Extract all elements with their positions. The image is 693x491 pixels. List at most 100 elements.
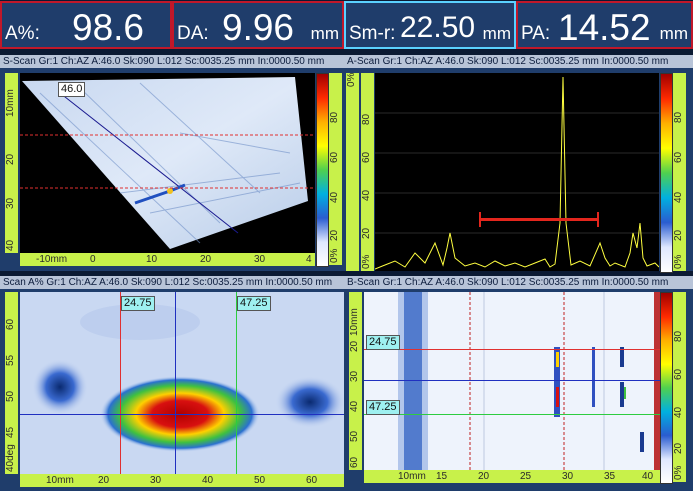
- color-ruler: 80 60 40 20 0%: [673, 292, 686, 482]
- horizontal-ruler[interactable]: 10mm 15 20 25 30 35 40: [364, 470, 660, 483]
- ruler-tick: 30: [562, 471, 574, 482]
- readout-value: 14.52: [558, 7, 651, 48]
- cursor-label-2: 47.25: [366, 400, 400, 415]
- angle-label: 46.0: [58, 82, 86, 97]
- readout-label: DA:: [177, 23, 209, 44]
- sscan-plot[interactable]: 46.0: [20, 73, 315, 253]
- readout-label: A%:: [5, 23, 40, 44]
- ruler-tick: 80: [673, 111, 684, 123]
- ruler-tick: 20: [349, 340, 360, 352]
- readout-value: 22.50: [400, 11, 476, 44]
- color-palette-bar: [660, 73, 673, 273]
- ruler-tick: 30: [150, 475, 162, 486]
- panel-title: A-Scan Gr:1 Ch:AZ A:46.0 Sk:090 L:012 Sc…: [344, 55, 693, 68]
- bscan-panel[interactable]: B-Scan Gr:1 Ch:AZ A:46.0 Sk:090 L:012 Sc…: [344, 276, 693, 491]
- ruler-tick: 0%: [673, 254, 684, 269]
- panel-title: S-Scan Gr:1 Ch:AZ A:46.0 Sk:090 L:012 Sc…: [0, 55, 344, 68]
- panel-title: B-Scan Gr:1 Ch:AZ A:46.0 Sk:090 L:012 Sc…: [344, 276, 693, 289]
- vertical-ruler[interactable]: 10mm 20 30 40: [5, 73, 18, 253]
- ruler-tick: 0%: [361, 254, 372, 269]
- ruler-tick: 0: [90, 254, 96, 265]
- sscan-image: [20, 77, 315, 249]
- horizontal-ruler[interactable]: 10mm 20 30 40 50 60: [20, 474, 344, 487]
- ruler-tick: 40deg: [5, 444, 16, 472]
- ruler-tick: 10: [146, 254, 158, 265]
- ruler-tick: 60: [329, 151, 340, 163]
- cscan-panel[interactable]: Scan A% Gr:1 Ch:AZ A:46.0 Sk:090 L:012 S…: [0, 276, 344, 491]
- panel-title: Scan A% Gr:1 Ch:AZ A:46.0 Sk:090 L:012 S…: [0, 276, 344, 289]
- ruler-tick: 10mm: [398, 471, 426, 482]
- ruler-tick: 60: [361, 151, 372, 163]
- color-ruler: 80 60 40 20 0%: [673, 73, 686, 271]
- ruler-tick: 10mm: [46, 475, 74, 486]
- ruler-tick: 15: [436, 471, 448, 482]
- measurement-gate[interactable]: [479, 218, 599, 221]
- ruler-tick: 40: [329, 191, 340, 203]
- ruler-tick: 80: [673, 330, 684, 342]
- ruler-tick: 4: [306, 254, 312, 265]
- probe-distance-readout[interactable]: PA: 14.52 mm: [516, 1, 693, 49]
- ruler-tick: 80: [329, 111, 340, 123]
- ruler-tick: 20: [361, 227, 372, 239]
- ruler-tick: 10mm: [5, 89, 16, 117]
- ruler-tick: 40: [361, 189, 372, 201]
- sscan-panel[interactable]: S-Scan Gr:1 Ch:AZ A:46.0 Sk:090 L:012 Sc…: [0, 55, 344, 271]
- color-palette-bar: [660, 292, 673, 484]
- ruler-tick: 60: [306, 475, 318, 486]
- ruler-tick: 25: [520, 471, 532, 482]
- ruler-tick: 0%: [329, 248, 340, 263]
- ruler-tick: 40: [673, 406, 684, 418]
- amplitude-readout[interactable]: A%: 98.6: [0, 1, 172, 49]
- vertical-ruler[interactable]: 10mm 20 30 40 50 60: [349, 292, 362, 470]
- cursor-label-1: 24.75: [366, 335, 400, 350]
- bscan-image: [398, 292, 660, 470]
- ruler-tick: 10mm: [349, 308, 360, 336]
- scan-line[interactable]: [20, 414, 344, 415]
- soundpath-readout[interactable]: Sm-r: 22.50 mm: [344, 1, 516, 49]
- vertical-ruler[interactable]: 60 55 50 45 40deg: [5, 292, 18, 474]
- ruler-tick: 30: [254, 254, 266, 265]
- ruler-tick: 20: [673, 442, 684, 454]
- cursor-line-2[interactable]: [364, 414, 660, 415]
- index-line[interactable]: [364, 380, 660, 381]
- readout-label: PA:: [521, 23, 551, 44]
- ruler-tick: 45: [5, 426, 16, 438]
- cursor-line-2[interactable]: [236, 292, 237, 474]
- ruler-tick: 60: [673, 368, 684, 380]
- cscan-plot[interactable]: 24.75 47.25: [20, 292, 344, 474]
- ruler-tick: 40: [349, 400, 360, 412]
- cursor-label-1: 24.75: [121, 296, 155, 311]
- amplitude-ruler[interactable]: 80 60 40 20 0%: [361, 73, 374, 271]
- ruler-tick: 50: [349, 430, 360, 442]
- ruler-tick: 40: [673, 191, 684, 203]
- ascan-waveform: [375, 76, 659, 270]
- ruler-tick: 20: [200, 254, 212, 265]
- ruler-tick: 40: [642, 471, 654, 482]
- ruler-tick: 40: [5, 239, 16, 251]
- ruler-tick: 35: [604, 471, 616, 482]
- ruler-tick: 20: [329, 229, 340, 241]
- ascan-panel[interactable]: A-Scan Gr:1 Ch:AZ A:46.0 Sk:090 L:012 Sc…: [344, 55, 693, 273]
- bscan-plot[interactable]: 24.75 47.25: [364, 292, 660, 470]
- ruler-tick: 60: [673, 151, 684, 163]
- readout-label: Sm-r:: [349, 23, 396, 44]
- ruler-tick: 30: [5, 197, 16, 209]
- gate-start-tick: [479, 212, 481, 227]
- ascan-plot[interactable]: [375, 73, 659, 271]
- ruler-tick: 20: [673, 229, 684, 241]
- cursor-line-1[interactable]: [120, 292, 121, 474]
- ruler-tick: 30: [349, 370, 360, 382]
- vertical-ruler[interactable]: 0%: [346, 73, 359, 271]
- ruler-tick: 55: [5, 354, 16, 366]
- readout-value: 9.96: [222, 7, 295, 48]
- color-palette-bar: [316, 73, 329, 267]
- index-line[interactable]: [175, 292, 176, 474]
- gate-end-tick: [597, 212, 599, 227]
- depth-readout[interactable]: DA: 9.96 mm: [172, 1, 344, 49]
- ruler-tick: 0%: [673, 465, 684, 480]
- readout-unit: mm: [482, 24, 511, 43]
- ruler-tick: 60: [349, 456, 360, 468]
- cursor-line-1[interactable]: [364, 349, 660, 350]
- readout-value: 98.6: [72, 7, 145, 48]
- horizontal-ruler[interactable]: -10mm 0 10 20 30 4: [20, 253, 315, 266]
